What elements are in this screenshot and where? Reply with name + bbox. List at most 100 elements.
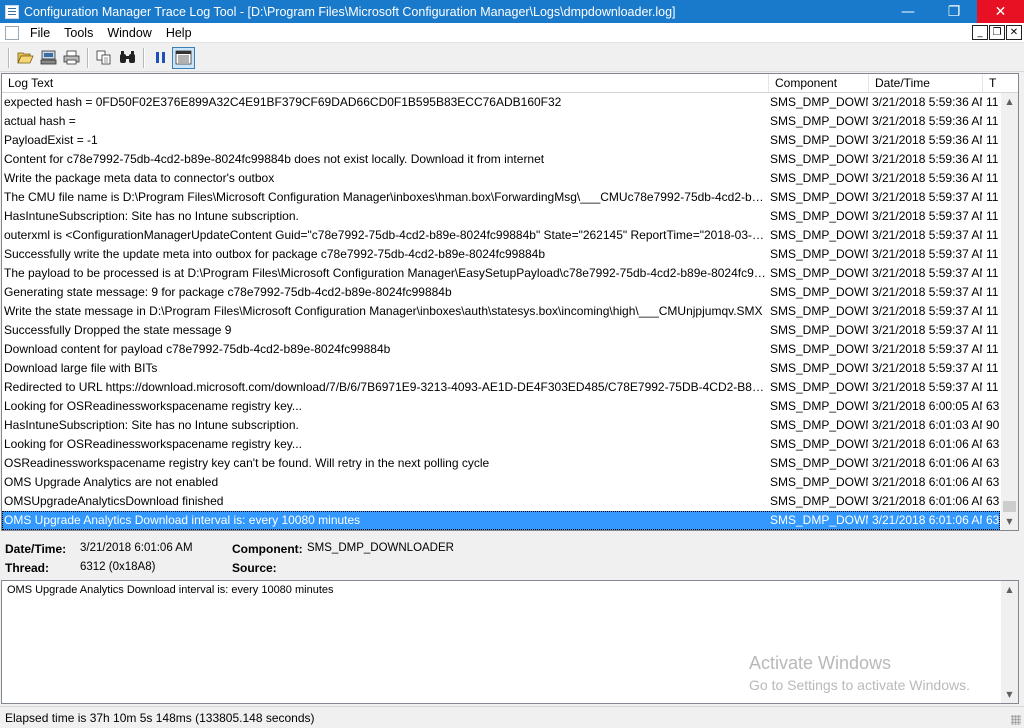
detail-pane: Date/Time: 3/21/2018 6:01:06 AM Componen…: [0, 534, 1024, 580]
datetime-cell: 3/21/2018 6:01:06 AM: [872, 475, 982, 489]
column-header-datetime[interactable]: Date/Time: [869, 74, 983, 92]
datetime-value: 3/21/2018 6:01:06 AM: [80, 542, 193, 554]
column-header-component[interactable]: Component: [769, 74, 869, 92]
mdi-close-button[interactable]: ✕: [1006, 25, 1022, 40]
toolbar: [0, 44, 1024, 72]
list-header: Log Text Component Date/Time T: [2, 74, 1018, 93]
datetime-cell: 3/21/2018 6:01:06 AM: [872, 494, 982, 508]
component-cell: SMS_DMP_DOWN: [770, 494, 868, 508]
log-text-cell: Write the package meta data to connector…: [4, 171, 275, 185]
scroll-up-icon[interactable]: ▲: [1001, 581, 1018, 598]
minimize-button[interactable]: —: [885, 0, 931, 23]
scroll-down-icon[interactable]: ▼: [1001, 686, 1018, 703]
log-text-cell: OMSUpgradeAnalyticsDownload finished: [4, 494, 224, 508]
mdi-restore-button[interactable]: ❐: [989, 25, 1005, 40]
thread-label: Thread:: [5, 561, 50, 575]
component-cell: SMS_DMP_DOWN: [770, 418, 868, 432]
log-text-cell: HasIntuneSubscription: Site has no Intun…: [4, 418, 299, 432]
thread-cell: 63: [986, 437, 1000, 451]
menu-tools[interactable]: Tools: [57, 26, 100, 40]
datetime-cell: 3/21/2018 5:59:36 AM: [872, 152, 982, 166]
datetime-cell: 3/21/2018 6:01:06 AM: [872, 513, 982, 527]
log-text-cell: HasIntuneSubscription: Site has no Intun…: [4, 209, 299, 223]
pause-icon[interactable]: [149, 47, 172, 69]
thread-cell: 11: [986, 171, 999, 185]
column-header-log-text[interactable]: Log Text: [2, 74, 769, 92]
print-icon[interactable]: [60, 47, 83, 69]
open-on-server-icon[interactable]: [37, 47, 60, 69]
component-cell: SMS_DMP_DOWN: [770, 228, 868, 242]
log-row[interactable]: Content for c78e7992-75db-4cd2-b89e-8024…: [2, 150, 1000, 169]
close-button[interactable]: ✕: [977, 0, 1024, 23]
elapsed-time-text: Elapsed time is 37h 10m 5s 148ms (133805…: [5, 711, 315, 725]
log-row[interactable]: The payload to be processed is at D:\Pro…: [2, 264, 1000, 283]
scroll-thumb[interactable]: [1003, 501, 1016, 512]
log-text-cell: actual hash =: [4, 114, 76, 128]
log-row[interactable]: Generating state message: 9 for package …: [2, 283, 1000, 302]
component-cell: SMS_DMP_DOWN: [770, 323, 868, 337]
log-row[interactable]: OMS Upgrade Analytics are not enabled SMS…: [2, 473, 1000, 492]
log-row[interactable]: Looking for OSReadinessworkspacename reg…: [2, 397, 1000, 416]
log-row[interactable]: Redirected to URL https://download.micro…: [2, 378, 1000, 397]
open-icon[interactable]: [14, 47, 37, 69]
log-row[interactable]: Looking for OSReadinessworkspacename reg…: [2, 435, 1000, 454]
log-row[interactable]: Successfully Dropped the state message 9…: [2, 321, 1000, 340]
log-row[interactable]: HasIntuneSubscription: Site has no Intun…: [2, 416, 1000, 435]
log-text-cell: The CMU file name is D:\Program Files\Mi…: [4, 190, 768, 204]
datetime-cell: 3/21/2018 5:59:37 AM: [872, 266, 982, 280]
menu-help[interactable]: Help: [159, 26, 199, 40]
scroll-down-icon[interactable]: ▼: [1001, 513, 1018, 530]
log-row[interactable]: PayloadExist = -1 SMS_DMP_DOWN 3/21/2018 5…: [2, 131, 1000, 150]
log-row[interactable]: Download large file with BITs SMS_DMP_DOW…: [2, 359, 1000, 378]
log-row[interactable]: Write the package meta data to connector…: [2, 169, 1000, 188]
log-row[interactable]: OMSUpgradeAnalyticsDownload finished SMS_…: [2, 492, 1000, 511]
scroll-up-icon[interactable]: ▲: [1001, 93, 1018, 110]
component-cell: SMS_DMP_DOWN: [770, 171, 868, 185]
thread-cell: 11: [986, 209, 999, 223]
mdi-minimize-button[interactable]: _: [972, 25, 988, 40]
thread-cell: 63: [986, 475, 1000, 489]
copy-icon[interactable]: [93, 47, 116, 69]
message-textbox[interactable]: OMS Upgrade Analytics Download interval …: [1, 580, 1019, 704]
component-cell: SMS_DMP_DOWN: [770, 209, 868, 223]
resize-grip-icon[interactable]: [1011, 715, 1021, 725]
source-label: Source:: [232, 561, 277, 575]
datetime-cell: 3/21/2018 5:59:37 AM: [872, 361, 982, 375]
menu-file[interactable]: File: [23, 26, 57, 40]
log-row[interactable]: outerxml is <ConfigurationManagerUpdateC…: [2, 226, 1000, 245]
log-list-scrollbar[interactable]: ▲ ▼: [1001, 93, 1018, 530]
thread-cell: 11: [986, 304, 999, 318]
log-row[interactable]: Write the state message in D:\Program Fi…: [2, 302, 1000, 321]
maximize-button[interactable]: ❐: [931, 0, 977, 23]
thread-cell: 11: [986, 380, 999, 394]
log-row[interactable]: OSReadinessworkspacename registry key ca…: [2, 454, 1000, 473]
log-row[interactable]: actual hash = SMS_DMP_DOWN 3/21/2018 5:59:…: [2, 112, 1000, 131]
component-cell: SMS_DMP_DOWN: [770, 95, 868, 109]
toolbar-separator: [87, 47, 89, 68]
component-cell: SMS_DMP_DOWN: [770, 114, 868, 128]
log-row[interactable]: Download content for payload c78e7992-75…: [2, 340, 1000, 359]
message-text: OMS Upgrade Analytics Download interval …: [7, 584, 334, 596]
log-row[interactable]: HasIntuneSubscription: Site has no Intun…: [2, 207, 1000, 226]
log-row[interactable]: expected hash = 0FD50F02E376E899A32C4E91…: [2, 93, 1000, 112]
component-cell: SMS_DMP_DOWN: [770, 152, 868, 166]
find-icon[interactable]: [116, 47, 139, 69]
log-text-cell: PayloadExist = -1: [4, 133, 98, 147]
component-cell: SMS_DMP_DOWN: [770, 380, 868, 394]
datetime-cell: 3/21/2018 5:59:37 AM: [872, 342, 982, 356]
column-header-thread[interactable]: T: [983, 74, 1018, 92]
log-row[interactable]: The CMU file name is D:\Program Files\Mi…: [2, 188, 1000, 207]
preview-icon[interactable]: [172, 46, 195, 69]
log-list[interactable]: Log Text Component Date/Time T expected …: [1, 73, 1019, 531]
log-row[interactable]: Successfully write the update meta into …: [2, 245, 1000, 264]
component-label: Component:: [232, 542, 303, 556]
menu-bar: File Tools Window Help _ ❐ ✕: [0, 23, 1024, 43]
thread-cell: 11: [986, 95, 999, 109]
thread-cell: 11: [986, 228, 999, 242]
menu-window[interactable]: Window: [100, 26, 158, 40]
log-row[interactable]: OMS Upgrade Analytics Download interval …: [2, 511, 1000, 530]
log-text-cell: Successfully write the update meta into …: [4, 247, 546, 261]
log-text-cell: expected hash = 0FD50F02E376E899A32C4E91…: [4, 95, 562, 109]
message-scrollbar[interactable]: ▲ ▼: [1001, 581, 1018, 703]
document-icon[interactable]: [5, 25, 19, 40]
